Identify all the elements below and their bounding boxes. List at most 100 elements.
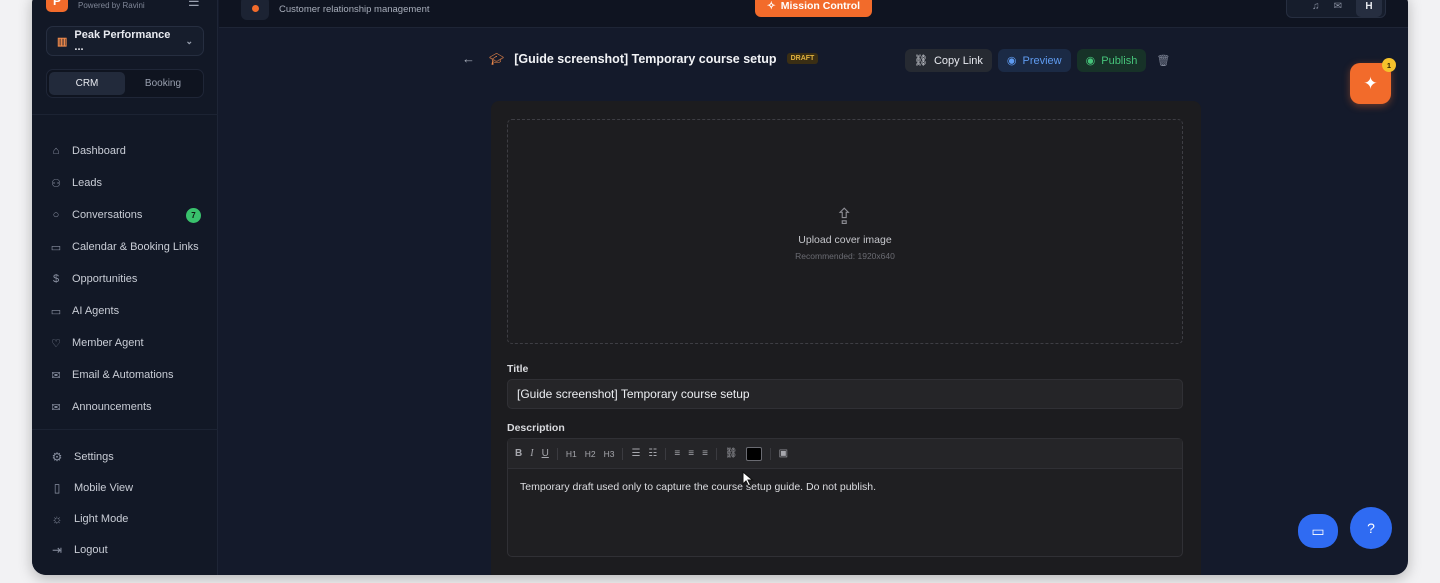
heart-icon: ♡ (51, 337, 61, 350)
help-chat-icon: ? (1367, 520, 1375, 536)
app-icon (241, 0, 269, 20)
sidebar-item-member-agent[interactable]: ♡ Member Agent (50, 327, 202, 359)
header-actions: ⛓ Copy Link ◉ Preview ◉ Publish 🗑︎ (905, 49, 1170, 72)
heading-3-button[interactable]: H3 (604, 449, 615, 459)
sidebar-item-settings[interactable]: ⚙ Settings (50, 441, 133, 472)
eye-icon: ◉ (1006, 55, 1017, 67)
course-editor-card: ⇪ Upload cover image Recommended: 1920x6… (491, 101, 1201, 575)
main-content: ← 🎓︎ [Guide screenshot] Temporary course… (219, 29, 1408, 575)
mission-control-label: Mission Control (780, 0, 861, 12)
align-left-icon[interactable]: ≡ (674, 448, 680, 459)
preview-button[interactable]: ◉ Preview (997, 49, 1071, 72)
mouse-cursor-icon (742, 471, 754, 487)
sidebar-item-label: Announcements (72, 401, 152, 413)
sidebar-bottom-nav: ⚙ Settings ▯ Mobile View ☼ Light Mode ⇥ Logo… (50, 441, 134, 565)
brand-subtitle: Powered by Ravini (78, 0, 145, 10)
home-icon: ⌂ (52, 145, 60, 157)
sidebar-item-calendar[interactable]: ▭ Calendar & Booking Links (50, 231, 202, 263)
avatar[interactable]: H (1356, 0, 1382, 17)
bell-icon[interactable]: ♫ (1312, 1, 1320, 12)
description-label: Description (507, 422, 565, 434)
calendar-icon: ▭ (50, 241, 62, 254)
toolbar-divider (556, 447, 558, 460)
sidebar-item-logout[interactable]: ⇥ Logout (50, 534, 133, 565)
chat-button[interactable]: ▭ (1298, 514, 1338, 548)
eye-icon: ◉ (1085, 55, 1096, 67)
workspace-name: Peak Performance ... (74, 29, 171, 53)
chat-icon: ○ (52, 209, 60, 221)
chat-icon: ▭ (1311, 522, 1325, 539)
sidebar-item-opportunities[interactable]: $ Opportunities (50, 263, 202, 295)
preview-label: Preview (1022, 54, 1062, 67)
chevron-down-icon: ⌄ (185, 35, 193, 46)
underline-button[interactable]: U (542, 448, 549, 459)
sidebar: P Powered by Ravini ☰ ▥ Peak Performance… (32, 0, 218, 575)
sidebar-item-label: Dashboard (72, 145, 126, 157)
toolbar-divider (715, 447, 717, 460)
sidebar-item-label: AI Agents (72, 305, 120, 317)
italic-button[interactable]: I (530, 448, 533, 459)
sidebar-item-label: Settings (74, 450, 114, 463)
trash-icon[interactable]: 🗑︎ (1156, 54, 1170, 67)
text-color-picker[interactable] (745, 446, 762, 461)
sidebar-item-conversations[interactable]: ○ Conversations 7 (50, 199, 202, 231)
mission-control-button[interactable]: ✧ Mission Control (755, 0, 872, 17)
app-window: P Powered by Ravini ☰ ▥ Peak Performance… (32, 0, 1408, 575)
mail-icon: ✉ (51, 401, 61, 414)
description-text[interactable]: Temporary draft used only to capture the… (508, 469, 1182, 505)
copy-link-button[interactable]: ⛓ Copy Link (905, 49, 992, 72)
brand: P Powered by Ravini (46, 0, 145, 12)
bold-button[interactable]: B (515, 448, 522, 459)
sidebar-item-label: Opportunities (72, 273, 138, 285)
description-editor: B I U H1 H2 H3 ☰ ☷ ≡ ≡ ≡ ⛓ ▣ Temporary d… (507, 438, 1183, 557)
heading-1-button[interactable]: H1 (566, 449, 577, 459)
sidebar-item-leads[interactable]: ⚇ Leads (50, 167, 202, 199)
sidebar-item-dashboard[interactable]: ⌂ Dashboard (50, 135, 202, 167)
brand-logo: P (46, 0, 68, 12)
sidebar-item-label: Email & Automations (72, 369, 174, 381)
help-button[interactable]: ? (1350, 507, 1392, 549)
publish-button[interactable]: ◉ Publish (1076, 49, 1147, 72)
building-icon: ▥ (57, 35, 68, 48)
sidebar-item-mobile-view[interactable]: ▯ Mobile View (50, 472, 133, 503)
heading-2-button[interactable]: H2 (585, 449, 596, 459)
sidebar-item-email[interactable]: ✉ Email & Automations (50, 359, 202, 391)
sparkle-icon: ✧ (766, 0, 776, 12)
align-center-icon[interactable]: ≡ (688, 448, 694, 459)
mail-icon[interactable]: ✉ (1334, 1, 1342, 12)
sidebar-nav: ⌂ Dashboard ⚇ Leads ○ Conversations 7 ▭ Calen… (50, 135, 202, 423)
link-icon[interactable]: ⛓ (725, 448, 738, 459)
toolbar-divider (769, 447, 771, 460)
sidebar-item-light-mode[interactable]: ☼ Light Mode (50, 503, 133, 534)
publish-label: Publish (1101, 54, 1138, 67)
upload-recommendation: Recommended: 1920x640 (795, 251, 895, 261)
sidebar-item-label: Conversations (72, 209, 143, 221)
mode-crm[interactable]: CRM (49, 72, 125, 95)
mode-booking[interactable]: Booking (125, 72, 201, 95)
sidebar-item-label: Member Agent (72, 337, 144, 349)
monitor-icon: ▭ (50, 305, 62, 318)
sidebar-item-ai-agents[interactable]: ▭ AI Agents (50, 295, 202, 327)
bullet-list-icon[interactable]: ☰ (631, 448, 640, 459)
sun-icon: ☼ (51, 511, 63, 526)
image-icon[interactable]: ▣ (779, 448, 788, 459)
logout-icon: ⇥ (51, 542, 63, 557)
cover-image-dropzone[interactable]: ⇪ Upload cover image Recommended: 1920x6… (507, 119, 1183, 344)
workspace-selector[interactable]: ▥ Peak Performance ... ⌄ (46, 26, 204, 56)
page-title: [Guide screenshot] Temporary course setu… (514, 51, 777, 66)
title-input[interactable]: [Guide screenshot] Temporary course setu… (507, 379, 1183, 409)
link-icon: ⛓ (914, 55, 928, 67)
notification-badge: 1 (1382, 58, 1396, 72)
users-icon: ⚇ (51, 177, 61, 190)
sidebar-item-announcements[interactable]: ✉ Announcements (50, 391, 202, 423)
menu-icon[interactable]: ☰ (188, 0, 200, 10)
unread-badge: 7 (186, 207, 201, 223)
back-arrow-icon[interactable]: ← (462, 51, 475, 66)
mode-switch: CRM Booking (46, 69, 204, 98)
align-right-icon[interactable]: ≡ (702, 448, 708, 459)
course-header: ← 🎓︎ [Guide screenshot] Temporary course… (462, 51, 819, 66)
numbered-list-icon[interactable]: ☷ (648, 448, 657, 459)
ai-assistant-button[interactable]: ✦ 1 (1350, 58, 1396, 104)
sidebar-item-label: Calendar & Booking Links (72, 241, 199, 253)
mail-icon: ✉ (51, 369, 61, 382)
